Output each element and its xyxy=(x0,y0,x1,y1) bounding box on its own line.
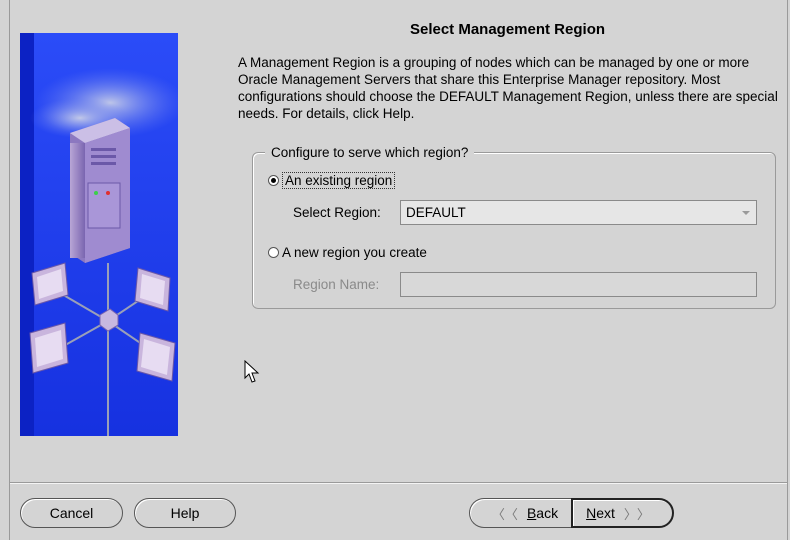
back-button-label: Back xyxy=(526,505,559,521)
wizard-banner-image xyxy=(20,33,178,436)
dropdown-arrow-icon[interactable] xyxy=(742,211,750,215)
chevron-left-icon: 〈〈 xyxy=(491,506,518,522)
mouse-pointer-icon xyxy=(244,360,260,383)
page-description: A Management Region is a grouping of nod… xyxy=(238,55,778,121)
radio-unchecked-icon[interactable] xyxy=(268,247,279,258)
window-frame-right xyxy=(787,0,788,540)
chevron-right-icon: 〉〉 xyxy=(623,506,650,522)
region-name-label: Region Name: xyxy=(293,277,380,292)
cancel-button-label: Cancel xyxy=(49,505,94,521)
existing-region-radio[interactable]: An existing region xyxy=(268,172,396,189)
network-server-illustration xyxy=(20,33,178,436)
help-button-label: Help xyxy=(170,505,200,521)
region-groupbox-legend: Configure to serve which region? xyxy=(265,145,475,160)
page-title: Select Management Region xyxy=(409,21,606,38)
new-region-label: A new region you create xyxy=(282,245,427,260)
back-button[interactable]: 〈〈 Back xyxy=(469,498,571,528)
region-name-input[interactable] xyxy=(400,272,757,297)
next-button-label: Next xyxy=(586,505,615,521)
wizard-window: Select Management Region A Management Re… xyxy=(0,0,790,540)
existing-region-label: An existing region xyxy=(282,172,396,189)
help-button[interactable]: Help xyxy=(134,498,236,528)
select-region-label: Select Region: xyxy=(293,205,381,220)
select-region-dropdown[interactable]: DEFAULT xyxy=(400,200,757,225)
radio-checked-icon[interactable] xyxy=(268,175,279,186)
new-region-radio[interactable]: A new region you create xyxy=(268,245,427,260)
next-button[interactable]: Next 〉〉 xyxy=(571,498,674,528)
window-frame-left xyxy=(9,0,10,540)
select-region-value: DEFAULT xyxy=(406,205,466,220)
footer-separator-highlight xyxy=(10,483,787,484)
cancel-button[interactable]: Cancel xyxy=(20,498,123,528)
